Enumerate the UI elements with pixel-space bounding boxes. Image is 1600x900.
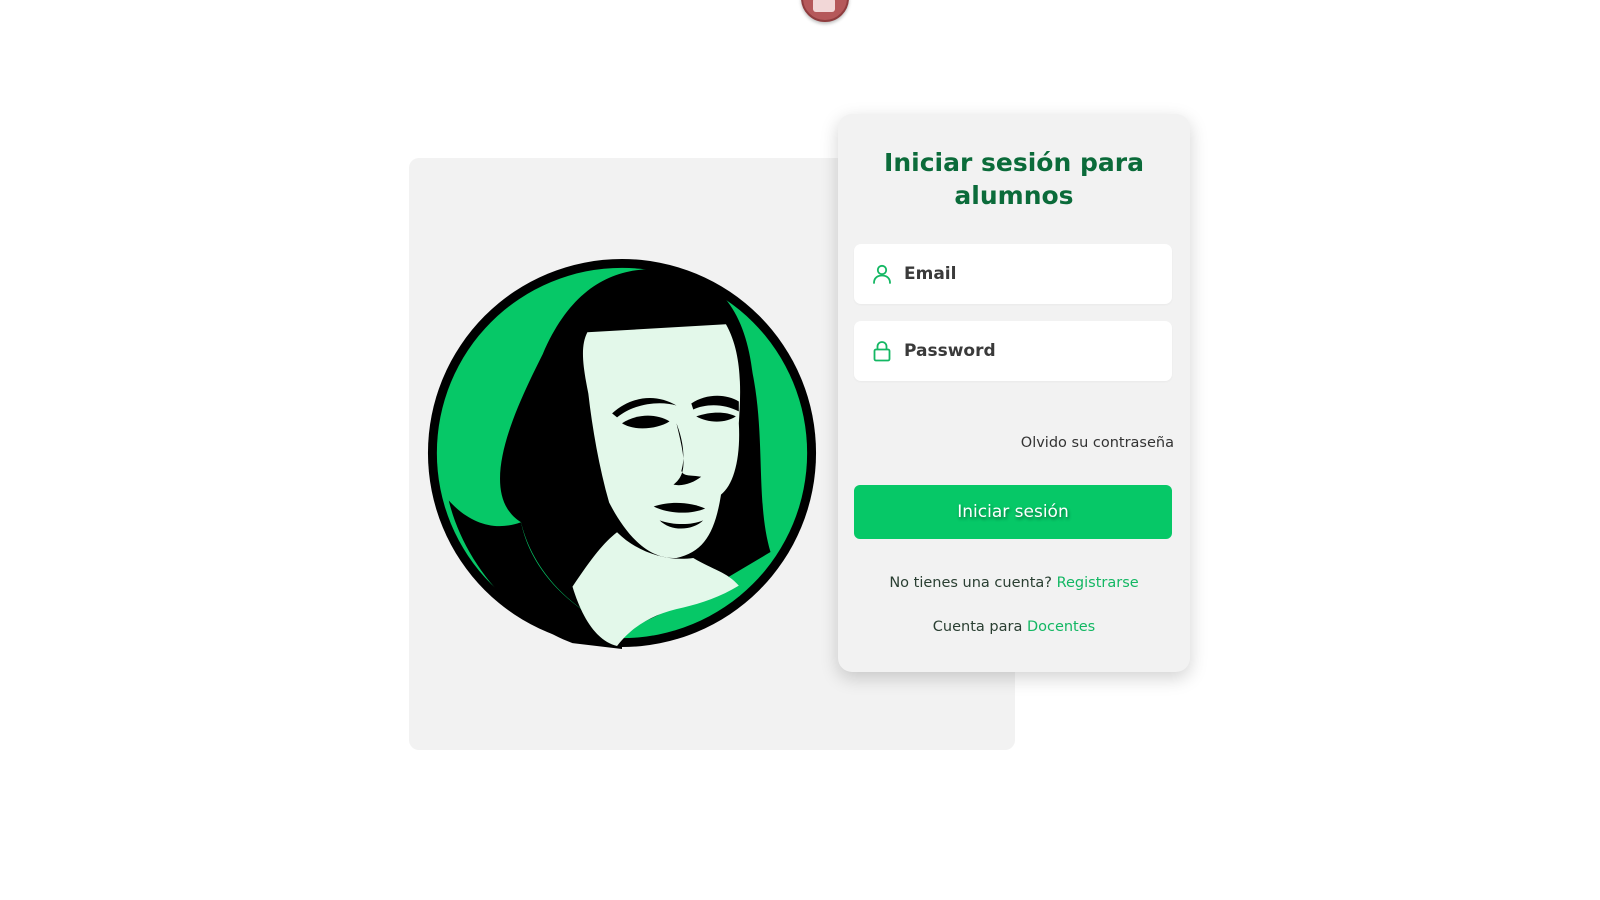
teacher-account-line: Cuenta para Docentes [838,619,1190,635]
login-button[interactable]: Iniciar sesión [854,485,1172,539]
teacher-prompt: Cuenta para [932,619,1023,635]
forgot-password-link[interactable]: Olvido su contraseña [1021,435,1174,451]
register-link[interactable]: Registrarse [1057,575,1139,591]
lock-icon [873,341,891,362]
login-title: Iniciar sesión para alumnos [884,148,1144,210]
email-input[interactable] [904,244,1159,304]
register-prompt: No tienes una cuenta? [889,575,1052,591]
password-input[interactable] [904,321,1159,381]
login-page: Iniciar sesión para alumnos Olvido su co… [0,0,1600,900]
login-card: Iniciar sesión para alumnos Olvido su co… [838,114,1190,672]
top-badge-icon [801,0,849,22]
teacher-link[interactable]: Docentes [1027,619,1095,635]
user-icon [873,264,891,284]
sor-juana-portrait-logo-icon [427,258,817,650]
register-line: No tienes una cuenta? Registrarse [838,575,1190,591]
email-field[interactable] [854,244,1172,304]
password-field[interactable] [854,321,1172,381]
